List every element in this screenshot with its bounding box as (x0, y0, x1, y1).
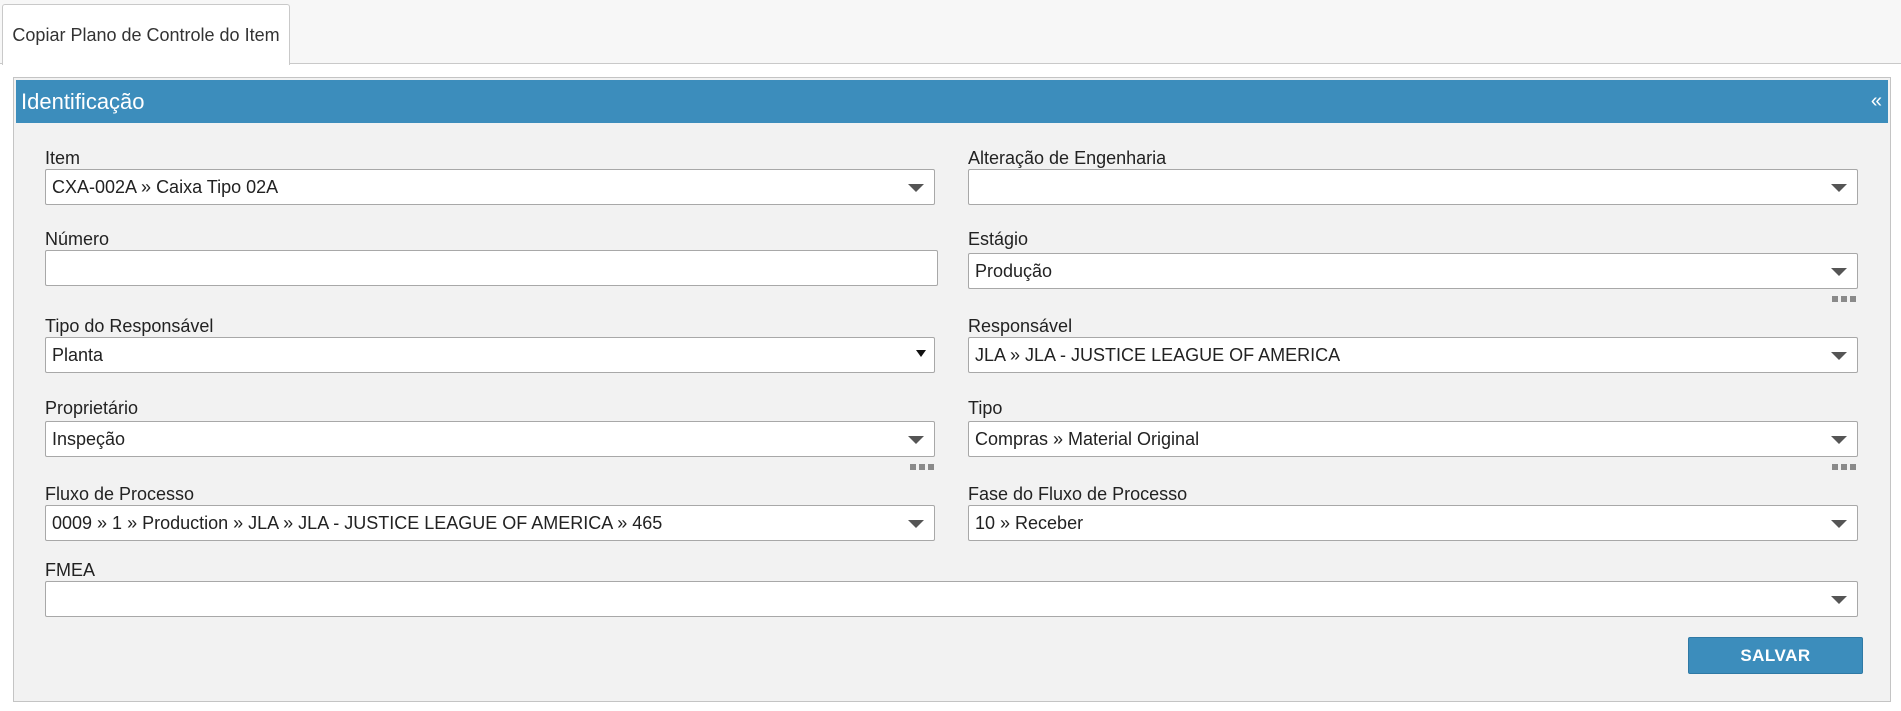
proprietario-value: Inspeção (52, 429, 126, 449)
tab-copiar-plano[interactable]: Copiar Plano de Controle do Item (2, 4, 290, 65)
proprietario-more-icon[interactable] (910, 464, 934, 472)
fmea-select[interactable] (45, 581, 1858, 617)
tipo-select[interactable]: Compras » Material Original (968, 421, 1858, 457)
estagio-label: Estágio (968, 229, 1029, 249)
item-select[interactable]: CXA-002A » Caixa Tipo 02A (45, 169, 935, 205)
tipo-label: Tipo (968, 398, 1003, 418)
tipo-responsavel-select[interactable]: Planta (45, 337, 935, 373)
panel-title: Identificação (21, 89, 145, 114)
chevron-down-icon (1831, 596, 1847, 604)
chevron-down-icon (1831, 436, 1847, 444)
save-button[interactable]: SALVAR (1688, 637, 1863, 674)
alteracao-label: Alteração de Engenharia (968, 148, 1167, 168)
collapse-icon[interactable]: « (1871, 80, 1882, 123)
numero-label: Número (45, 229, 110, 249)
chevron-down-icon (1831, 352, 1847, 360)
estagio-more-icon[interactable] (1832, 296, 1856, 304)
panel-header: Identificação « (16, 80, 1888, 123)
responsavel-label: Responsável (968, 316, 1073, 336)
chevron-down-icon (908, 184, 924, 192)
fase-fluxo-select[interactable]: 10 » Receber (968, 505, 1858, 541)
chevron-down-icon (1831, 184, 1847, 192)
proprietario-select[interactable]: Inspeção (45, 421, 935, 457)
chevron-down-icon (908, 436, 924, 444)
fase-fluxo-label: Fase do Fluxo de Processo (968, 484, 1188, 504)
fase-fluxo-value: 10 » Receber (975, 513, 1084, 533)
tab-bar: Copiar Plano de Controle do Item (0, 0, 1901, 65)
caret-down-icon (916, 350, 926, 357)
tipo-responsavel-label: Tipo do Responsável (45, 316, 214, 336)
fluxo-label: Fluxo de Processo (45, 484, 195, 504)
chevron-down-icon (1831, 268, 1847, 276)
estagio-select[interactable]: Produção (968, 253, 1858, 289)
responsavel-value: JLA » JLA - JUSTICE LEAGUE OF AMERICA (975, 345, 1341, 365)
tipo-value: Compras » Material Original (975, 429, 1200, 449)
tipo-responsavel-value: Planta (52, 345, 104, 365)
chevron-down-icon (1831, 520, 1847, 528)
item-label: Item (45, 148, 81, 168)
item-value: CXA-002A » Caixa Tipo 02A (52, 177, 279, 197)
fluxo-value: 0009 » 1 » Production » JLA » JLA - JUST… (52, 513, 663, 533)
estagio-value: Produção (975, 261, 1053, 281)
responsavel-select[interactable]: JLA » JLA - JUSTICE LEAGUE OF AMERICA (968, 337, 1858, 373)
tipo-more-icon[interactable] (1832, 464, 1856, 472)
chevron-down-icon (908, 520, 924, 528)
alteracao-select[interactable] (968, 169, 1858, 205)
proprietario-label: Proprietário (45, 398, 139, 418)
fluxo-select[interactable]: 0009 » 1 » Production » JLA » JLA - JUST… (45, 505, 935, 541)
fmea-label: FMEA (45, 560, 96, 580)
numero-input[interactable] (45, 250, 938, 286)
